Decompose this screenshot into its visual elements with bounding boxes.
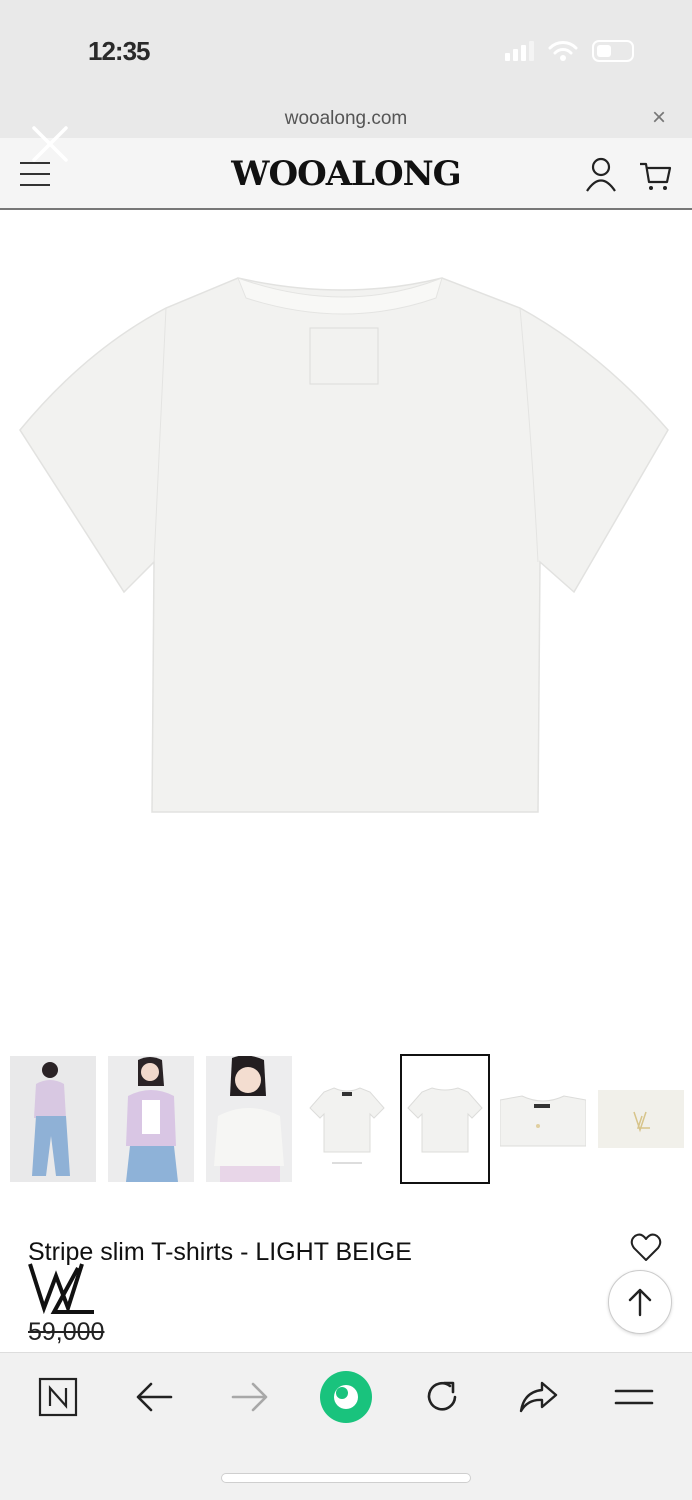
thumbnail-tee-front[interactable] (304, 1056, 390, 1182)
browser-chrome: 12:35 wooalong.com × (0, 0, 692, 138)
status-time: 12:35 (88, 36, 150, 66)
wifi-icon (548, 41, 578, 61)
share-icon (519, 1381, 558, 1413)
site-header: WOOALONG (0, 126, 692, 210)
share-button[interactable] (516, 1375, 560, 1419)
tshirt-back-image (19, 277, 669, 813)
reload-icon (427, 1381, 457, 1411)
arrow-right-icon (231, 1382, 268, 1412)
thumbnail-model-full-body[interactable] (10, 1056, 96, 1182)
battery-icon (592, 40, 634, 62)
menu-lines-icon (614, 1389, 654, 1405)
thumbnail-collar-detail[interactable] (500, 1056, 586, 1182)
close-tab-button[interactable]: × (652, 104, 666, 132)
cellular-signal-icon (505, 41, 534, 61)
green-home-icon (320, 1371, 372, 1423)
thumbnail-tee-back[interactable] (400, 1054, 490, 1184)
forward-button[interactable] (228, 1375, 272, 1419)
home-indicator[interactable] (222, 1474, 470, 1482)
back-button[interactable] (132, 1375, 176, 1419)
thumbnail-strip (10, 1054, 684, 1184)
scroll-to-top-button[interactable] (608, 1270, 672, 1334)
user-icon[interactable] (584, 156, 618, 192)
thumbnail-model-cardigan[interactable] (108, 1056, 194, 1182)
status-icons (505, 40, 634, 62)
arrow-up-icon (628, 1288, 652, 1317)
naver-home-button[interactable] (318, 1369, 374, 1425)
wooalong-wl-logo-icon (28, 1263, 94, 1315)
arrow-left-icon (136, 1382, 173, 1412)
cart-icon[interactable] (638, 158, 672, 192)
url-bar[interactable]: wooalong.com (0, 108, 692, 130)
thumbnail-model-portrait[interactable] (206, 1056, 292, 1182)
product-price: 59,000 (28, 1318, 105, 1346)
heart-icon[interactable] (630, 1232, 662, 1262)
thumbnail-logo-detail[interactable] (598, 1056, 684, 1182)
naver-n-icon (38, 1377, 78, 1417)
reload-button[interactable] (420, 1375, 464, 1419)
browser-menu-button[interactable] (612, 1375, 656, 1419)
product-main-image[interactable] (0, 212, 692, 1032)
naver-n-button[interactable] (36, 1375, 80, 1419)
